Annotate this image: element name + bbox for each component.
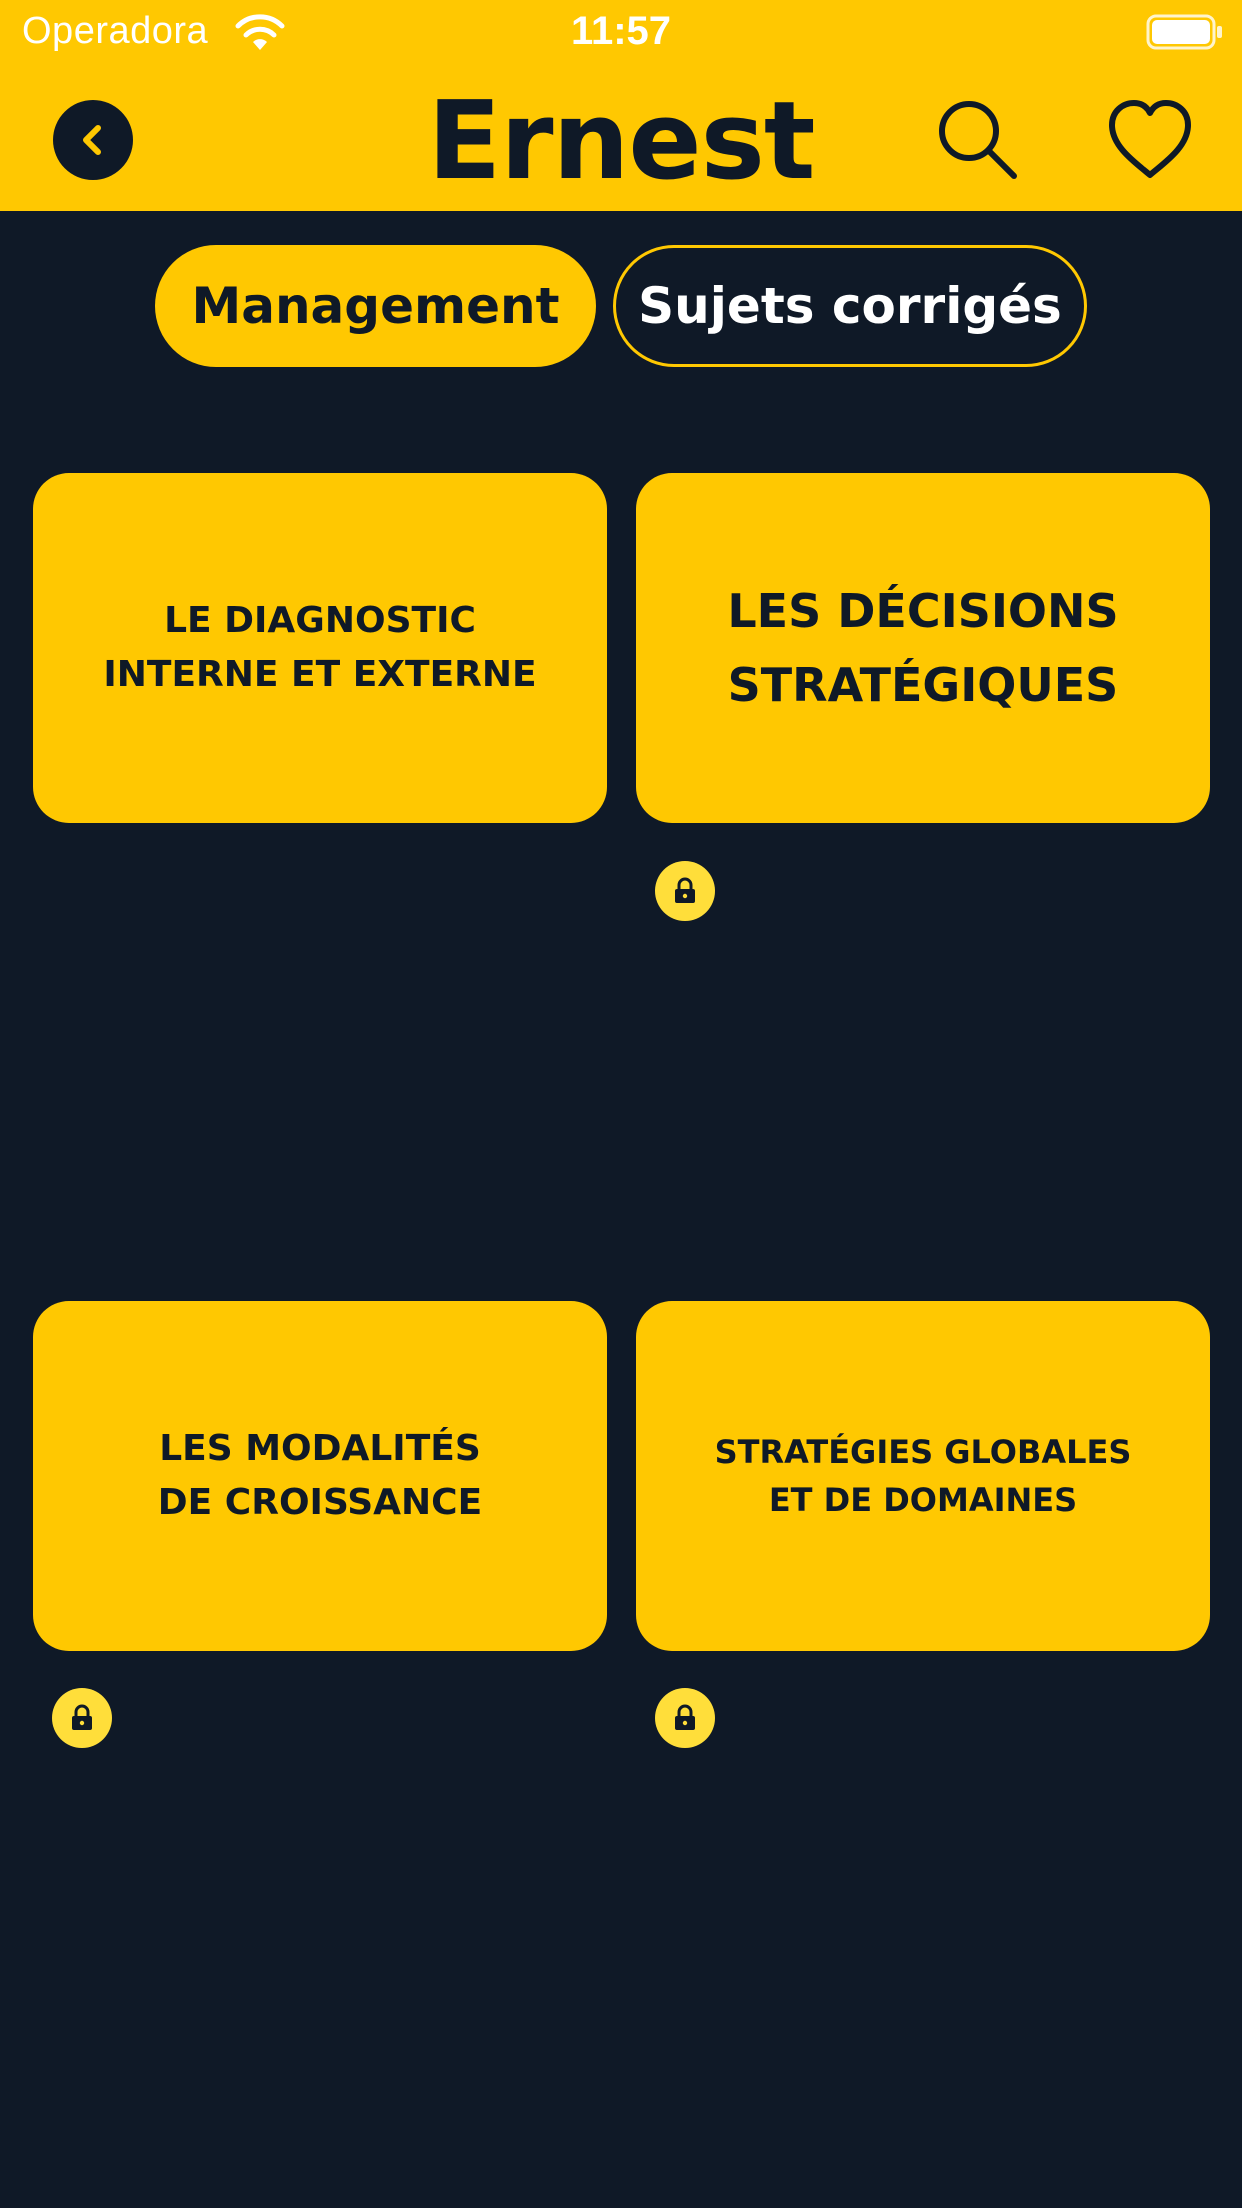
- lock-badge: [655, 861, 715, 921]
- header-bar: Operadora 11:57 Ernest: [0, 0, 1242, 211]
- topic-card-modalites-croissance[interactable]: LES MODALITÉS DE CROISSANCE: [33, 1301, 607, 1651]
- chevron-left-icon: [83, 125, 101, 155]
- topic-card-label: LES DÉCISIONS STRATÉGIQUES: [727, 584, 1119, 712]
- lock-badge: [52, 1688, 112, 1748]
- topic-card-label: STRATÉGIES GLOBALES ET DE DOMAINES: [714, 1433, 1132, 1519]
- topic-card-diagnostic[interactable]: LE DIAGNOSTIC INTERNE ET EXTERNE: [33, 473, 607, 823]
- search-icon[interactable]: [933, 95, 1023, 185]
- tab-management[interactable]: Management: [155, 245, 596, 367]
- lock-icon: [72, 1704, 92, 1730]
- back-button[interactable]: [53, 100, 133, 180]
- lock-icon: [675, 877, 695, 903]
- tab-sujets-corriges[interactable]: Sujets corrigés: [613, 245, 1087, 367]
- topic-card-label: LES MODALITÉS DE CROISSANCE: [157, 1428, 483, 1523]
- status-time: 11:57: [570, 9, 672, 53]
- topic-card-strategies-globales[interactable]: STRATÉGIES GLOBALES ET DE DOMAINES: [636, 1301, 1210, 1651]
- topic-card-label: LE DIAGNOSTIC INTERNE ET EXTERNE: [103, 600, 537, 695]
- heart-icon[interactable]: [1106, 97, 1194, 185]
- topic-card-decisions-strategiques[interactable]: LES DÉCISIONS STRATÉGIQUES: [636, 473, 1210, 823]
- battery-full-icon: [1146, 14, 1222, 50]
- lock-badge: [655, 1688, 715, 1748]
- lock-icon: [675, 1704, 695, 1730]
- app-title: Ernest: [427, 79, 815, 204]
